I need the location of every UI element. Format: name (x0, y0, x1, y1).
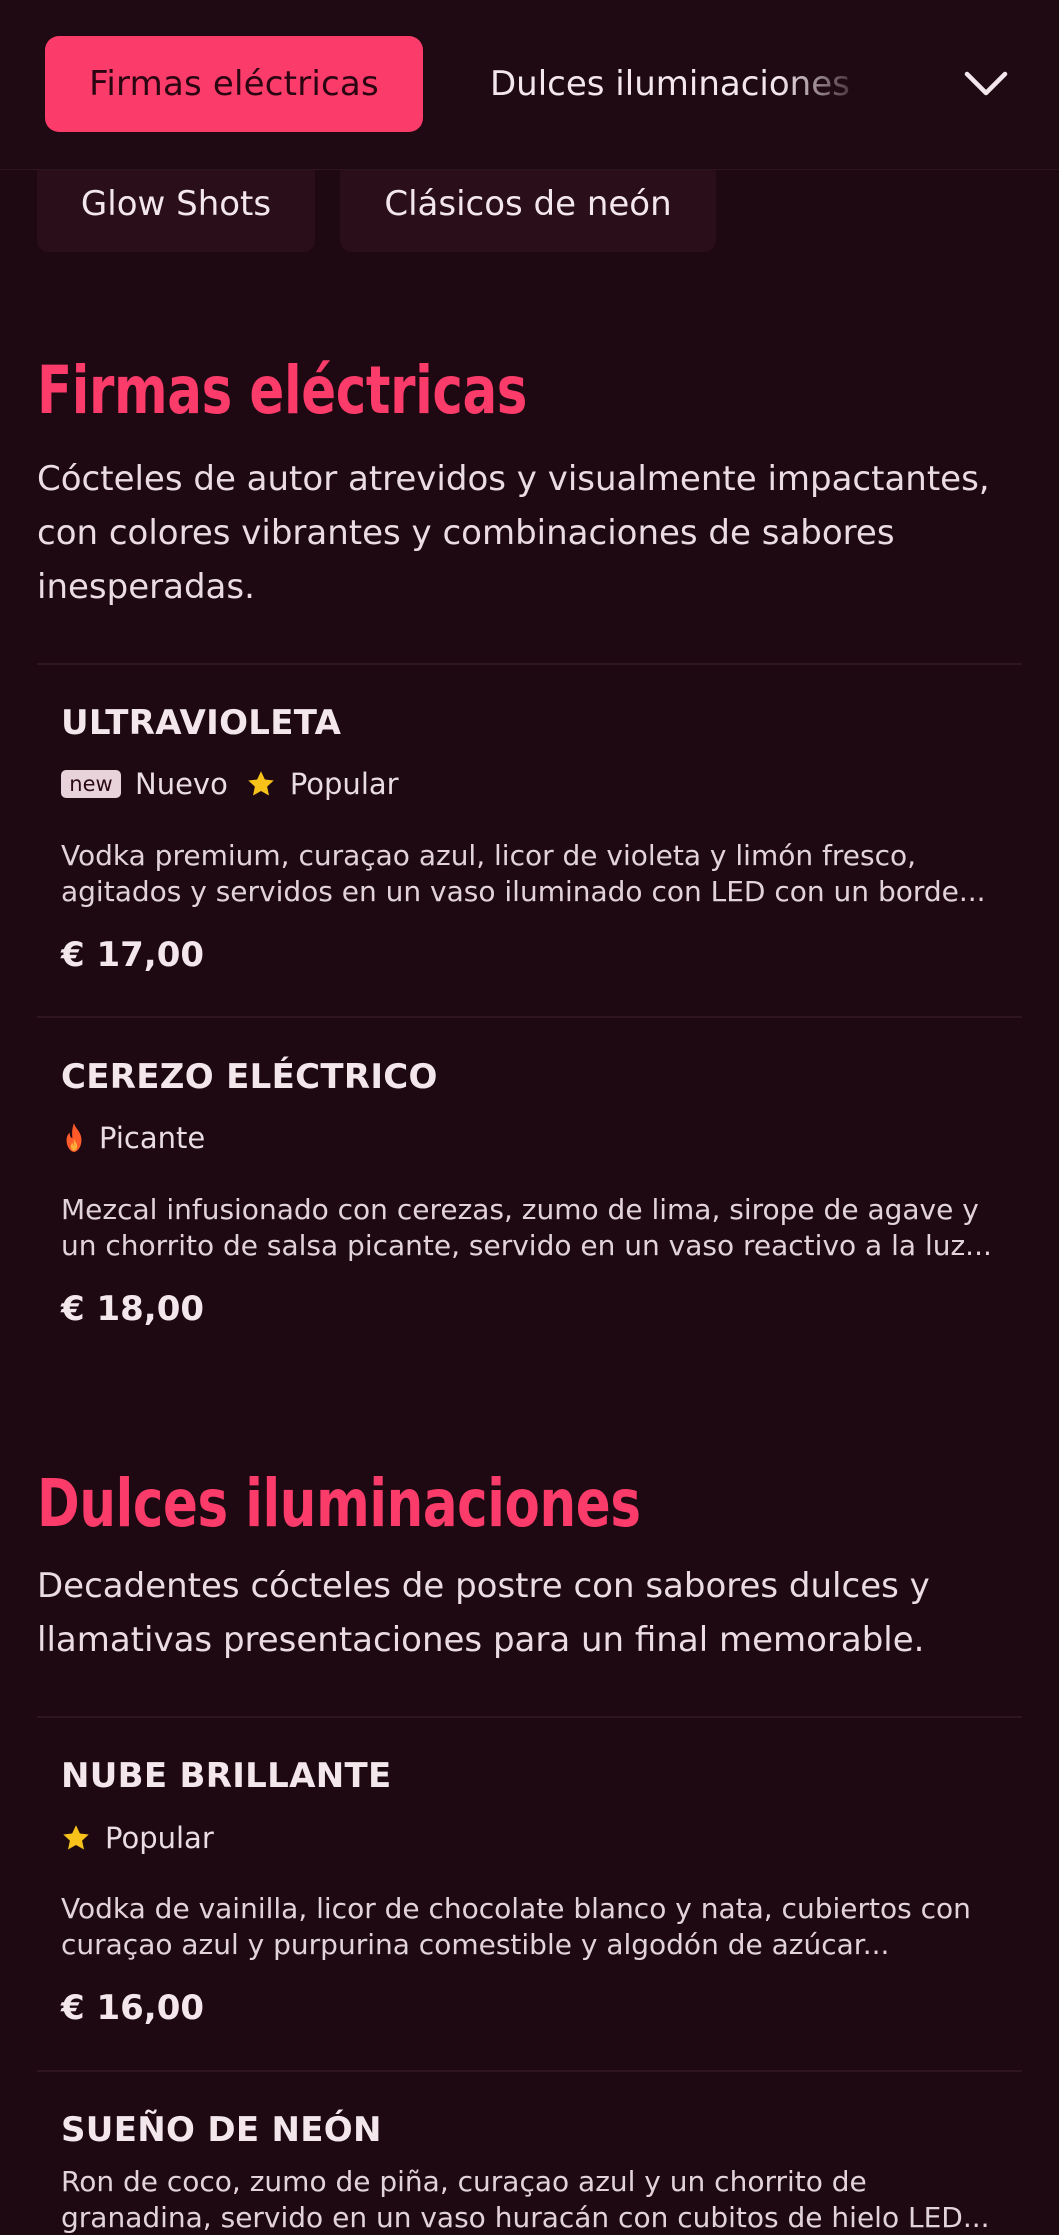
divider (37, 1716, 1022, 1718)
section-description: Decadentes cócteles de postre con sabore… (37, 1566, 930, 1660)
item-name: NUBE BRILLANTE (61, 1756, 392, 1796)
section-title: Firmas eléctricas (37, 352, 528, 429)
item-name: CEREZO ELÉCTRICO (61, 1057, 438, 1097)
scroll-fade (780, 36, 890, 132)
tag-label: Popular (289, 767, 399, 801)
flame-icon (66, 1123, 82, 1152)
section-title: Dulces iluminaciones (37, 1465, 641, 1542)
tag-picante: Picante (61, 1121, 205, 1155)
section-description: Cócteles de autor atrevidos y visualment… (37, 459, 990, 607)
divider (37, 2070, 1022, 2072)
tag-popular: Popular (246, 767, 399, 801)
item-description: Vodka premium, curaçao azul, licor de vi… (61, 839, 986, 908)
item-price: € 16,00 (61, 1988, 205, 2028)
item-name: SUEÑO DE NEÓN (61, 2110, 382, 2150)
item-description: Ron de coco, zumo de piña, curaçao azul … (61, 2165, 990, 2234)
new-badge: new (61, 770, 121, 798)
category-chip-glow-shots[interactable]: Glow Shots (37, 160, 315, 252)
category-nav-bar: Firmas eléctricas Dulces iluminaciones (0, 0, 1059, 170)
divider (37, 663, 1022, 665)
item-tags: Popular (61, 1818, 232, 1858)
item-tags: new Nuevo Popular (61, 764, 417, 804)
star-icon (63, 1825, 89, 1850)
item-description: Vodka de vainilla, licor de chocolate bl… (61, 1892, 971, 1961)
item-price: € 17,00 (61, 935, 205, 975)
star-icon (248, 771, 274, 796)
item-name: ULTRAVIOLETA (61, 703, 342, 743)
menu-page: Glow Shots Clásicos de neón Firmas eléct… (0, 0, 1059, 2235)
item-tags: Picante (61, 1118, 223, 1158)
category-chip-clasicos-de-neon[interactable]: Clásicos de neón (340, 160, 716, 252)
item-price: € 18,00 (61, 1289, 205, 1329)
item-description: Mezcal infusionado con cerezas, zumo de … (61, 1193, 992, 1262)
category-tab-firmas-electricas[interactable]: Firmas eléctricas (45, 36, 423, 132)
tag-label: Nuevo (135, 767, 228, 801)
chevron-down-icon[interactable] (961, 64, 1011, 104)
tag-label: Popular (105, 1821, 214, 1855)
tag-label: Picante (99, 1121, 206, 1155)
tag-popular: Popular (61, 1821, 214, 1855)
tag-nuevo: new Nuevo (61, 767, 228, 801)
divider (37, 1016, 1022, 1018)
